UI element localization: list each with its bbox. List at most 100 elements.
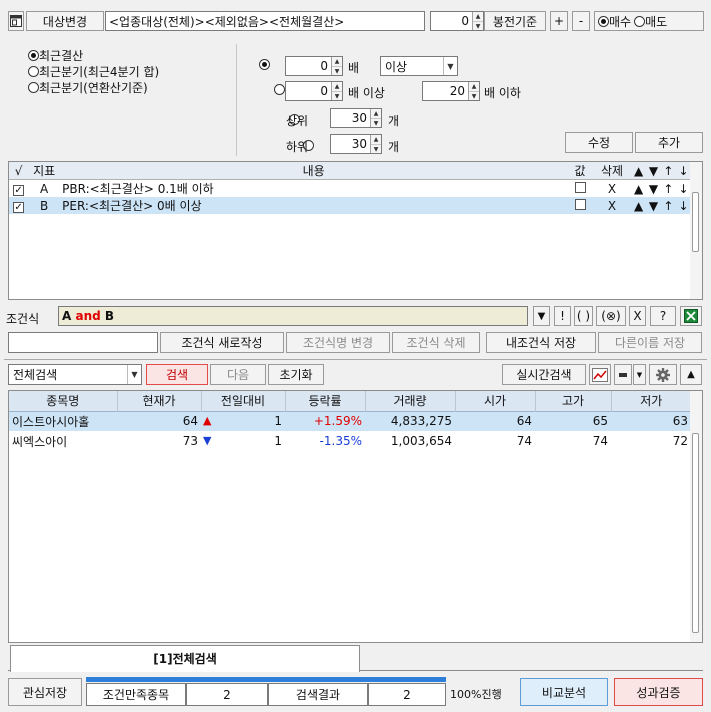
condition-index: B — [40, 198, 49, 213]
cond-radio-1[interactable] — [259, 59, 270, 70]
move-down-button[interactable]: ▼ — [646, 180, 661, 198]
move-bottom-button[interactable]: ↓ — [676, 180, 691, 198]
tab-full-search[interactable]: [1]전체검색 — [10, 645, 360, 672]
buy-radio[interactable] — [598, 15, 609, 27]
condition-scrollbar[interactable] — [690, 162, 702, 299]
col-change[interactable]: 전일대비 — [201, 391, 286, 411]
search-scope-value: 전체검색 — [13, 368, 58, 382]
save-as-button[interactable]: 다른이름 저장 — [598, 332, 702, 353]
target-description: <업종대상(전체)><제외없음><전체월결산> — [105, 11, 425, 31]
period-label-2: 최근분기(최근4분기 합) — [39, 65, 160, 79]
stock-low: 72 — [672, 434, 688, 448]
cond-radio-2[interactable] — [273, 84, 285, 95]
condition-delete[interactable]: X — [593, 197, 631, 214]
scroll-thumb[interactable] — [692, 433, 699, 633]
period-option-2[interactable]: 최근분기(최근4분기 합) — [28, 63, 159, 79]
col-high[interactable]: 고가 — [535, 391, 612, 411]
stepper-arrows[interactable]: ▲ ▼ — [370, 135, 381, 153]
search-button[interactable]: 검색 — [146, 364, 208, 385]
condition-row[interactable]: ✓ B PER:<최근결산> 0배 이상 X ▲ ▼ ↑ ↓ — [9, 197, 691, 214]
bong-value: 0 — [461, 14, 469, 28]
new-formula-button[interactable]: 조건식 새로작성 — [160, 332, 284, 353]
condition-row[interactable]: ✓ A PBR:<최근결산> 0.1배 이하 X ▲ ▼ ↑ ↓ — [9, 179, 691, 198]
scroll-thumb[interactable] — [692, 192, 699, 252]
move-top-button[interactable]: ↑ — [661, 197, 676, 214]
move-top-button[interactable]: ↑ — [661, 180, 676, 198]
col-open[interactable]: 시가 — [455, 391, 536, 411]
period-radio-2[interactable] — [28, 66, 39, 77]
layout-dropdown-icon[interactable]: ▼ — [633, 364, 646, 385]
stepper-arrows[interactable]: ▲ ▼ — [468, 82, 479, 100]
formula-down-button[interactable]: ▼ — [533, 306, 550, 326]
collapse-icon[interactable]: ▲ — [680, 364, 702, 385]
realtime-search-button[interactable]: 실시간검색 — [502, 364, 586, 385]
performance-verify-button[interactable]: 성과검증 — [614, 678, 703, 706]
target-change-button[interactable]: 대상변경 — [26, 11, 104, 31]
stepper-arrows[interactable]: ▲ ▼ — [370, 109, 381, 127]
add-button[interactable]: 추가 — [635, 132, 703, 153]
cond-value-2b-stepper[interactable]: 20 ▲ ▼ — [422, 81, 480, 101]
formula-input[interactable]: A and B — [58, 306, 528, 326]
stepper-arrows[interactable]: ▲ ▼ — [331, 57, 342, 75]
edit-button[interactable]: 수정 — [565, 132, 633, 153]
results-scrollbar[interactable] — [690, 391, 702, 642]
cond-value-2-stepper[interactable]: 0 ▲ ▼ — [285, 81, 343, 101]
col-volume[interactable]: 거래량 — [365, 391, 456, 411]
chart-icon[interactable] — [589, 364, 611, 385]
next-button[interactable]: 다음 — [210, 364, 266, 385]
period-radio-1[interactable] — [28, 50, 39, 61]
formula-delete-button[interactable]: X — [629, 306, 646, 326]
move-down-button[interactable]: ▼ — [646, 197, 661, 214]
rename-formula-button[interactable]: 조건식명 변경 — [286, 332, 390, 353]
formula-help-button[interactable]: ? — [650, 306, 676, 326]
table-row[interactable]: 씨엑스아이 73 ▼ 1 -1.35% 1,003,654 74 74 72 — [9, 431, 691, 451]
table-row[interactable]: 이스트아시아홀 64 ▲ 1 +1.59% 4,833,275 64 65 63 — [9, 411, 691, 431]
result-label: 검색결과 — [268, 683, 368, 706]
condition-value-checkbox[interactable] — [574, 181, 586, 193]
excel-icon[interactable] — [680, 306, 702, 326]
col-price[interactable]: 현재가 — [117, 391, 202, 411]
condition-checkbox[interactable]: ✓ — [13, 184, 25, 196]
watchlist-save-button[interactable]: 관심저장 — [8, 678, 82, 706]
cond-bottom-stepper[interactable]: 30 ▲ ▼ — [330, 134, 382, 154]
period-radio-3[interactable] — [28, 82, 39, 93]
condition-delete[interactable]: X — [593, 180, 631, 198]
period-options: 최근결산 최근분기(최근4분기 합) 최근분기(연환산기준) — [28, 47, 159, 95]
period-option-3[interactable]: 최근분기(연환산기준) — [28, 79, 159, 95]
formula-clear-paren-button[interactable]: (⊗) — [596, 306, 626, 326]
move-up-button[interactable]: ▲ — [631, 180, 646, 198]
cond-value-1-stepper[interactable]: 0 ▲ ▼ — [285, 56, 343, 76]
reset-button[interactable]: 초기화 — [268, 364, 324, 385]
period-option-1[interactable]: 최근결산 — [28, 47, 159, 63]
search-scope-dropdown[interactable]: 전체검색 ▼ — [8, 364, 142, 385]
col-low[interactable]: 저가 — [611, 391, 691, 411]
chevron-down-icon[interactable]: ▼ — [127, 365, 141, 384]
cond-compare-dropdown[interactable]: 이상 ▼ — [380, 56, 458, 76]
move-bottom-button[interactable]: ↓ — [676, 197, 691, 214]
condition-value-checkbox[interactable] — [574, 198, 586, 210]
col-rate[interactable]: 등락률 — [285, 391, 366, 411]
formula-name-input[interactable] — [8, 332, 158, 353]
col-name[interactable]: 종목명 — [9, 391, 118, 411]
delete-formula-button[interactable]: 조건식 삭제 — [392, 332, 480, 353]
buy-sell-toggle[interactable]: 매수 매도 — [594, 11, 704, 31]
formula-paren-button[interactable]: ( ) — [574, 306, 593, 326]
layout-icon[interactable] — [614, 364, 632, 385]
stock-rate: +1.59% — [313, 414, 362, 429]
plus-button[interactable]: + — [550, 11, 568, 31]
cond-top-stepper[interactable]: 30 ▲ ▼ — [330, 108, 382, 128]
save-formula-button[interactable]: 내조건식 저장 — [486, 332, 596, 353]
minus-button[interactable]: - — [572, 11, 590, 31]
stepper-arrows[interactable]: ▲ ▼ — [331, 82, 342, 100]
target-change-icon-button[interactable] — [8, 11, 24, 31]
condition-checkbox[interactable]: ✓ — [13, 201, 25, 213]
bong-basis-button[interactable]: 봉전기준 — [484, 11, 546, 31]
sell-radio[interactable] — [634, 15, 646, 27]
bong-stepper[interactable]: 0 ▲ ▼ — [430, 11, 484, 31]
gear-icon[interactable] — [649, 364, 677, 385]
formula-not-button[interactable]: ! — [554, 306, 571, 326]
compare-analysis-button[interactable]: 비교분석 — [520, 678, 608, 706]
stepper-arrows[interactable]: ▲ ▼ — [472, 12, 483, 30]
move-up-button[interactable]: ▲ — [631, 197, 646, 214]
chevron-down-icon[interactable]: ▼ — [443, 57, 457, 75]
